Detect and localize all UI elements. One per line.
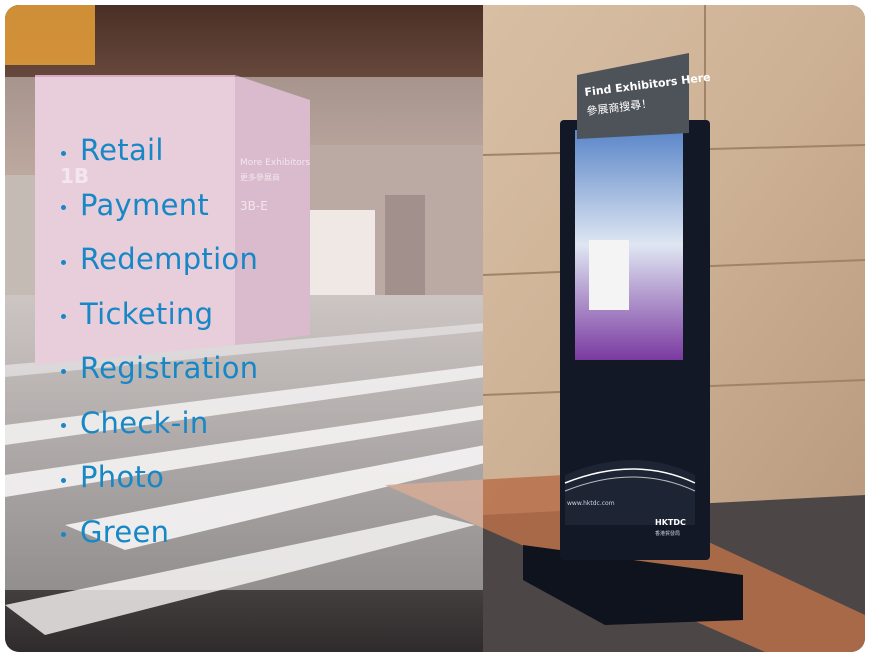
kiosk-brand-sub: 香港貿發局 [655,530,680,537]
feature-item: Payment [61,178,258,233]
feature-label: Green [80,514,170,549]
feature-label: Payment [80,187,210,222]
bullet-icon [61,259,66,265]
feature-label: Retail [80,133,164,168]
bullet-icon [61,477,66,483]
feature-item: Green [61,505,258,560]
feature-item: Registration [61,341,258,396]
feature-item: Ticketing [61,287,258,342]
bullet-icon [61,368,66,374]
bullet-icon [61,205,66,211]
feature-list: Retail Payment Redemption Ticketing Regi… [61,123,258,559]
feature-label: Redemption [80,242,259,277]
bullet-icon [61,150,66,156]
feature-item: Photo [61,450,258,505]
bullet-icon [61,314,66,320]
bullet-icon [61,423,66,429]
photo-frame: Find Exhibitors Here 參展商搜尋！ www.hktdc.co… [5,5,865,652]
feature-label: Registration [80,351,259,386]
feature-item: Redemption [61,232,258,287]
feature-item: Retail [61,123,258,178]
feature-label: Ticketing [80,296,214,331]
bullet-icon [61,532,66,538]
kiosk-brand: HKTDC [655,518,686,527]
kiosk-url: www.hktdc.com [567,500,615,507]
feature-label: Photo [80,460,165,495]
feature-item: Check-in [61,396,258,451]
feature-label: Check-in [80,405,209,440]
